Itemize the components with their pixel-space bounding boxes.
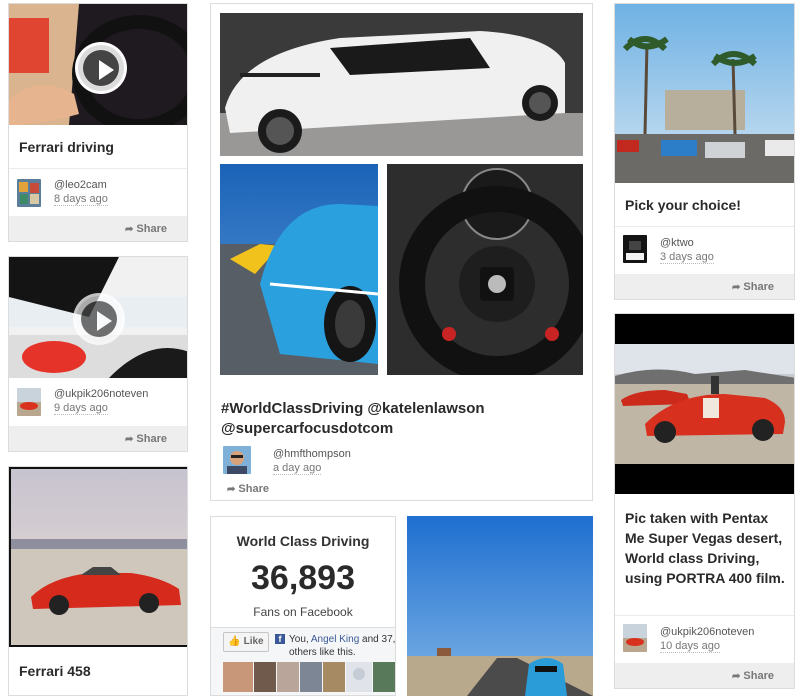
post-caption: Ferrari driving — [19, 139, 114, 155]
facebook-like-box: 👍 Like f You, Angel King and 37,2 others… — [211, 627, 396, 695]
facebook-icon: f — [275, 634, 285, 644]
avatar[interactable] — [623, 235, 647, 263]
fans-label: Fans on Facebook — [253, 605, 353, 619]
share-button[interactable]: ➦ Share — [227, 483, 269, 495]
palm-trees-cars-image — [615, 4, 794, 183]
fan-avatars — [223, 662, 395, 692]
share-icon: ➦ — [732, 282, 741, 293]
play-icon[interactable] — [73, 293, 125, 345]
fan-count: 36,893 — [251, 559, 355, 597]
share-bar: ➦ Share — [9, 426, 187, 451]
post-time: a day ago — [273, 462, 322, 475]
ferrari-vegas-desert-image — [615, 314, 794, 494]
post-time: 8 days ago — [54, 193, 108, 206]
post-author: @ukpik206noteven 10 days ago — [615, 615, 794, 665]
post-time: 3 days ago — [660, 251, 714, 264]
post-time: 9 days ago — [54, 402, 108, 415]
post-author: @ktwo 3 days ago — [615, 226, 794, 276]
post-card: Pic taken with Pentax Me Super Vegas des… — [614, 313, 795, 689]
post-photo[interactable] — [9, 467, 187, 647]
friend-link[interactable]: Angel King — [311, 634, 359, 645]
steering-wheel-image — [387, 164, 583, 375]
avatar[interactable] — [17, 179, 41, 207]
post-photo[interactable] — [615, 314, 794, 494]
post-time: 10 days ago — [660, 640, 720, 653]
post-card: @ukpik206noteven 9 days ago ➦ Share — [8, 256, 188, 452]
widget-title: World Class Driving — [236, 533, 370, 549]
author-handle[interactable]: @hmfthompson — [273, 448, 351, 460]
share-bar: ➦ Share — [9, 216, 187, 241]
post-card — [407, 516, 593, 696]
post-author: @ukpik206noteven 9 days ago — [9, 378, 187, 428]
like-button[interactable]: 👍 Like — [223, 632, 269, 652]
author-handle[interactable]: @ukpik206noteven — [660, 626, 754, 638]
avatar[interactable] — [17, 388, 41, 416]
avatar[interactable] — [223, 446, 251, 474]
share-icon: ➦ — [227, 484, 236, 495]
post-photo-steering[interactable] — [387, 164, 583, 375]
post-card: Ferrari 458 — [8, 466, 188, 696]
post-card: Pick your choice! @ktwo 3 days ago ➦ Shar… — [614, 3, 795, 300]
share-bar: ➦ Share — [615, 274, 794, 299]
mustang-blue-image — [220, 164, 378, 375]
post-video-thumbnail[interactable] — [9, 257, 187, 378]
post-caption: #WorldClassDriving @katelenlawson @super… — [221, 400, 485, 437]
post-photo-main[interactable] — [220, 13, 583, 156]
post-photo-mustang[interactable] — [220, 164, 378, 375]
share-icon: ➦ — [125, 434, 134, 445]
play-icon[interactable] — [75, 42, 127, 94]
post-caption: Pic taken with Pentax Me Super Vegas des… — [625, 510, 785, 586]
post-caption: Pick your choice! — [625, 197, 741, 213]
author-handle[interactable]: @leo2cam — [54, 179, 107, 191]
post-author: @hmfthompson a day ago — [211, 444, 592, 480]
thumbs-up-icon: 👍 — [228, 636, 241, 647]
post-card: #WorldClassDriving @katelenlawson @super… — [210, 3, 593, 501]
author-handle[interactable]: @ukpik206noteven — [54, 388, 148, 400]
post-caption: Ferrari 458 — [19, 663, 91, 679]
share-button[interactable]: ➦ Share — [125, 433, 167, 445]
avatar[interactable] — [623, 624, 647, 652]
post-author: @leo2cam 8 days ago — [9, 168, 187, 218]
desert-road-image — [407, 516, 593, 696]
share-button[interactable]: ➦ Share — [732, 281, 774, 293]
share-bar: ➦ Share — [615, 663, 794, 688]
post-card: Ferrari driving @leo2cam 8 days ago ➦ Sha… — [8, 3, 188, 242]
post-video-thumbnail[interactable] — [9, 4, 187, 125]
share-icon: ➦ — [125, 224, 134, 235]
ferrari-desert-image — [11, 469, 187, 645]
share-row: ➦ Share — [211, 480, 592, 500]
author-handle[interactable]: @ktwo — [660, 237, 694, 249]
share-icon: ➦ — [732, 671, 741, 682]
facebook-fan-widget: World Class Driving 36,893 Fans on Faceb… — [210, 516, 396, 696]
lamborghini-white-image — [220, 13, 583, 156]
post-photo[interactable] — [407, 516, 593, 696]
post-photo[interactable] — [615, 4, 794, 183]
share-button[interactable]: ➦ Share — [732, 670, 774, 682]
share-button[interactable]: ➦ Share — [125, 223, 167, 235]
like-summary: You, Angel King and 37,2 others like thi… — [289, 634, 396, 658]
